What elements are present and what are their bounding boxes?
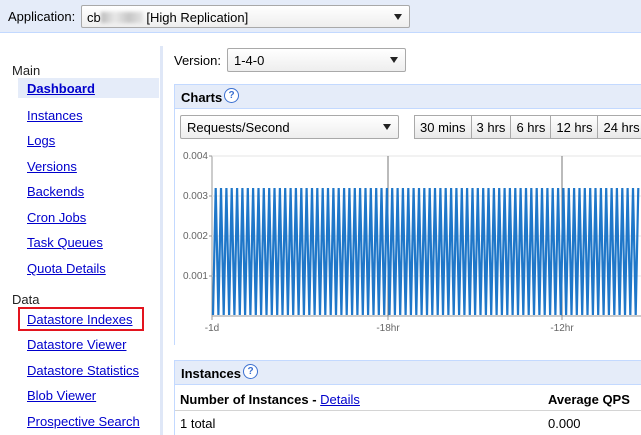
- sidebar-item-blob-viewer[interactable]: Blob Viewer: [27, 388, 96, 403]
- version-select[interactable]: 1-4-0: [227, 48, 406, 72]
- sidebar-item-task-queues[interactable]: Task Queues: [27, 235, 103, 250]
- table-divider: [175, 410, 641, 411]
- top-bar: Application: cb [High Replication]: [0, 0, 641, 33]
- requests-chart: 0.004 0.003 0.002 0.001 -1d -18hr -12hr: [183, 151, 641, 334]
- version-label: Version:: [174, 53, 221, 68]
- data-section-label: Data: [12, 292, 40, 307]
- y-tick-label: 0.002: [183, 231, 208, 242]
- range-24-hrs-button[interactable]: 24 hrs: [597, 115, 641, 139]
- average-qps-cell: 0.000: [548, 416, 581, 431]
- charts-header: Charts ?: [174, 84, 641, 109]
- x-tick-label: -18hr: [376, 323, 400, 334]
- x-tick-label: -1d: [205, 323, 219, 334]
- chevron-down-icon: [383, 124, 391, 130]
- instances-count-header-label: Number of Instances: [180, 392, 309, 407]
- application-select[interactable]: cb [High Replication]: [81, 5, 410, 28]
- y-tick-label: 0.003: [183, 191, 208, 202]
- sidebar-item-datastore-statistics[interactable]: Datastore Statistics: [27, 363, 139, 378]
- sidebar-item-cron-jobs[interactable]: Cron Jobs: [27, 210, 86, 225]
- instances-count-header: Number of Instances - Details: [180, 392, 360, 407]
- average-qps-header: Average QPS: [548, 392, 630, 407]
- app-id-prefix: cb: [87, 10, 101, 25]
- instances-header: Instances ?: [174, 360, 641, 385]
- range-30-mins-button[interactable]: 30 mins: [414, 115, 472, 139]
- range-3-hrs-button[interactable]: 3 hrs: [470, 115, 512, 139]
- sidebar-divider: [160, 46, 163, 435]
- chevron-down-icon: [390, 57, 398, 63]
- x-tick-label: -12hr: [550, 323, 574, 334]
- y-tick-label: 0.004: [183, 151, 208, 162]
- sidebar-item-datastore-viewer[interactable]: Datastore Viewer: [27, 337, 126, 352]
- application-label: Application:: [8, 9, 76, 24]
- requests-per-second-series: [211, 187, 640, 316]
- header-separator: -: [308, 392, 321, 407]
- version-select-value: 1-4-0: [234, 53, 265, 68]
- sidebar-item-quota-details[interactable]: Quota Details: [27, 261, 106, 276]
- sidebar-item-prospective-search[interactable]: Prospective Search: [27, 414, 140, 429]
- chevron-down-icon: [394, 14, 402, 20]
- chart-metric-select[interactable]: Requests/Second: [180, 115, 399, 139]
- help-icon[interactable]: ?: [243, 364, 258, 379]
- y-tick-label: 0.001: [183, 271, 208, 282]
- app-replication-type: [High Replication]: [146, 10, 249, 25]
- main-section-label: Main: [12, 63, 41, 78]
- sidebar-item-dashboard[interactable]: Dashboard: [27, 81, 95, 96]
- application-select-value: cb [High Replication]: [87, 10, 248, 25]
- sidebar-item-instances[interactable]: Instances: [27, 108, 83, 123]
- sidebar-item-logs[interactable]: Logs: [27, 133, 55, 148]
- instances-title: Instances: [181, 366, 241, 381]
- details-link[interactable]: Details: [320, 392, 360, 407]
- time-range-buttons: 30 mins 3 hrs 6 hrs 12 hrs 24 hrs: [414, 115, 641, 139]
- redacted-app-id: [100, 12, 143, 23]
- chart-metric-value: Requests/Second: [187, 120, 290, 135]
- charts-title: Charts: [181, 90, 223, 105]
- sidebar-item-backends[interactable]: Backends: [27, 184, 84, 199]
- help-icon[interactable]: ?: [224, 88, 239, 103]
- range-6-hrs-button[interactable]: 6 hrs: [510, 115, 552, 139]
- sidebar-item-versions[interactable]: Versions: [27, 159, 77, 174]
- instances-total-cell: 1 total: [180, 416, 216, 431]
- sidebar-item-datastore-indexes[interactable]: Datastore Indexes: [27, 312, 133, 327]
- range-12-hrs-button[interactable]: 12 hrs: [550, 115, 599, 139]
